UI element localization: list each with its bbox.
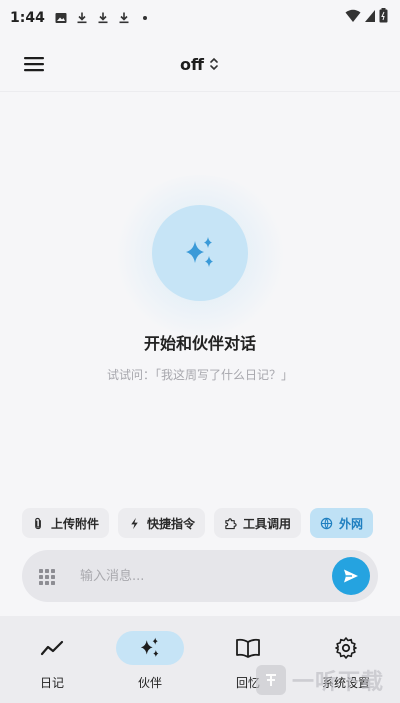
paperclip-icon	[35, 517, 41, 529]
sparkles-icon	[186, 237, 213, 267]
chip-web-access[interactable]: 外网	[310, 508, 374, 538]
menu-button[interactable]	[20, 50, 48, 78]
nav-item-companion[interactable]: 伙伴	[100, 626, 200, 696]
trend-line-icon	[40, 640, 64, 656]
chip-upload-attachment[interactable]: 上传附件	[22, 508, 110, 538]
status-bar: 1:44	[0, 0, 400, 36]
top-app-bar: off	[0, 36, 400, 92]
status-notification-icons	[55, 12, 151, 24]
chip-label: 快捷指令	[147, 516, 196, 531]
app-screen: 1:44 off 开始和伙伴对话 试试问：「我这周写了什么日记？」 上传附件 快…	[0, 0, 400, 703]
download-icon	[77, 12, 87, 24]
message-input[interactable]	[80, 562, 320, 590]
nav-item-diary[interactable]: 日记	[2, 626, 102, 696]
puzzle-icon	[225, 517, 237, 529]
nav-pill	[18, 631, 86, 665]
download-icon	[119, 12, 129, 24]
watermark: 一听下载	[256, 660, 400, 700]
unfold-icon	[210, 57, 218, 71]
send-icon	[344, 569, 358, 583]
hamburger-menu-icon	[24, 57, 44, 72]
empty-state-hint: 试试问：「我这周写了什么日记？」	[106, 368, 293, 382]
message-composer	[22, 550, 378, 602]
chip-label: 上传附件	[51, 516, 100, 531]
book-icon	[236, 638, 260, 658]
status-time: 1:44	[10, 10, 45, 26]
nav-label: 伙伴	[137, 676, 162, 690]
bolt-icon	[131, 517, 138, 529]
image-icon	[55, 13, 67, 23]
sparkles-icon	[140, 637, 159, 658]
dot-icon	[142, 16, 147, 20]
send-button[interactable]	[332, 557, 370, 595]
status-system-icons	[345, 8, 388, 23]
chip-label: 外网	[339, 516, 364, 531]
gear-icon	[335, 637, 357, 659]
keypad-grid-icon[interactable]	[38, 568, 56, 586]
empty-state-badge	[152, 205, 248, 301]
globe-icon	[320, 517, 333, 529]
nav-pill	[116, 631, 184, 665]
chip-tool-calls[interactable]: 工具调用	[214, 508, 302, 538]
model-selector[interactable]: off	[150, 50, 250, 78]
chip-quick-commands[interactable]: 快捷指令	[118, 508, 206, 538]
watermark-text: 一听下载	[292, 670, 385, 695]
page-title: off	[180, 54, 204, 74]
nav-label: 日记	[39, 676, 64, 690]
download-icon	[98, 12, 108, 24]
watermark-logo-icon	[256, 665, 286, 695]
wifi-icon	[345, 9, 361, 22]
battery-icon	[379, 8, 388, 23]
signal-icon	[365, 9, 375, 22]
chip-label: 工具调用	[243, 516, 292, 531]
empty-state-title: 开始和伙伴对话	[143, 334, 256, 353]
quick-action-chips: 上传附件 快捷指令 工具调用 外网	[22, 508, 378, 540]
